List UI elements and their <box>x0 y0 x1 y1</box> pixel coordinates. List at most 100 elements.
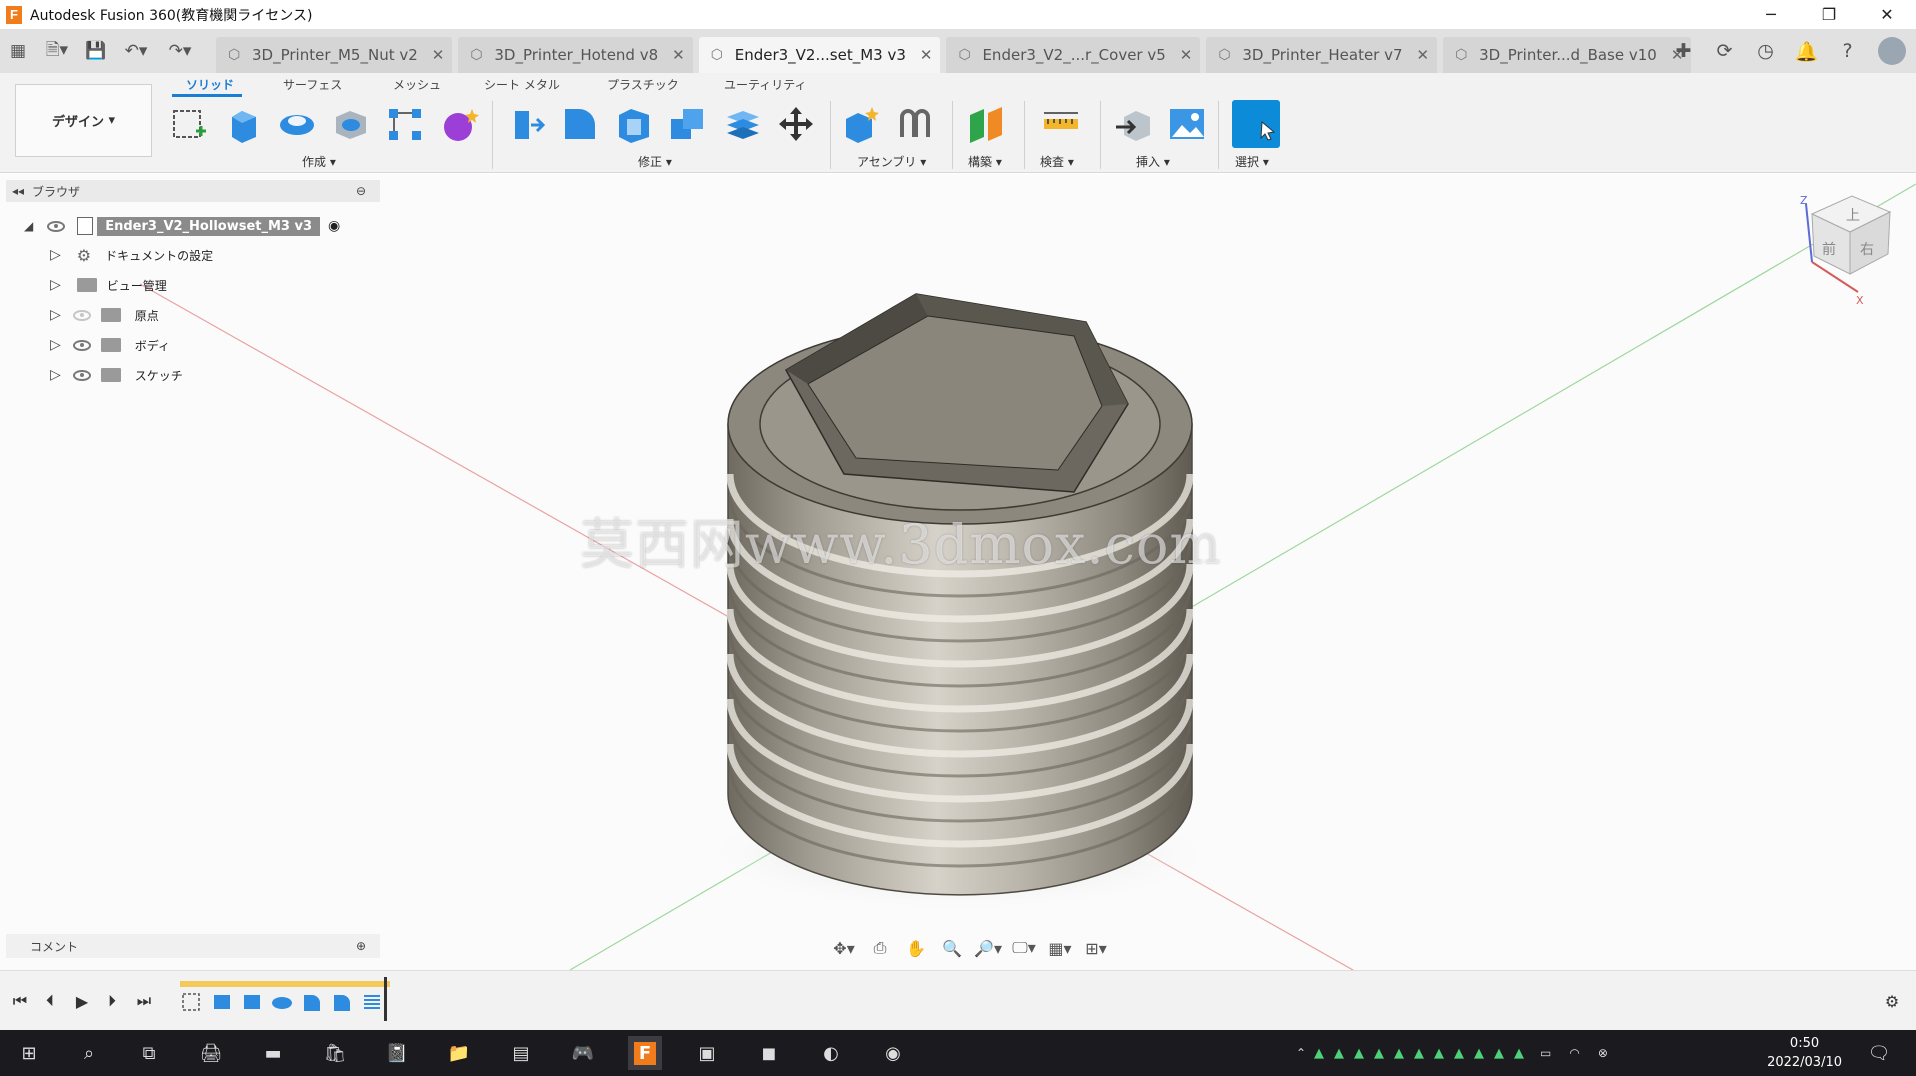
timeline-first-button[interactable]: ⏮ <box>8 989 32 1013</box>
timeline-last-button[interactable]: ⏭ <box>132 989 156 1013</box>
tab-mesh[interactable]: メッシュ <box>393 73 441 95</box>
timeline-fillet-icon[interactable] <box>330 991 354 1013</box>
app-icon-fusion360[interactable]: F <box>628 1036 662 1070</box>
tab-surface[interactable]: サーフェス <box>283 73 342 95</box>
tab-plastic[interactable]: プラスチック <box>607 73 679 95</box>
app-icon-dark-game[interactable]: ◼ <box>752 1036 786 1070</box>
history-clock-icon[interactable]: ◷ <box>1745 29 1786 73</box>
sound-muted-icon[interactable]: ⊗ <box>1598 1046 1608 1060</box>
orbit-icon[interactable]: ✥▾ <box>828 934 860 962</box>
zoom-icon[interactable]: 🔍 <box>936 934 968 962</box>
job-status-icon[interactable]: ⟳ <box>1704 29 1745 73</box>
wifi-icon[interactable]: ◠ <box>1569 1046 1579 1060</box>
close-tab-icon[interactable]: ✕ <box>1180 46 1193 64</box>
browser-item-document-settings[interactable]: ▷ ⚙ ドキュメントの設定 <box>0 243 213 267</box>
create-group-label[interactable]: 作成 ▾ <box>302 153 336 170</box>
tab-sheet-metal[interactable]: シート メタル <box>484 73 560 95</box>
notifications-bell-icon[interactable]: 🔔 <box>1786 29 1827 73</box>
viewports-icon[interactable]: ⊞▾ <box>1080 934 1112 962</box>
tab-utility[interactable]: ユーティリティ <box>724 73 807 95</box>
timeline-sketch-icon[interactable] <box>180 991 204 1013</box>
timeline-next-button[interactable]: ⏵ <box>100 989 124 1013</box>
offset-plane-icon[interactable] <box>966 103 1008 145</box>
redo-icon[interactable]: ↷▾ <box>158 29 202 73</box>
expand-arrow-icon[interactable]: ▷ <box>50 277 61 293</box>
app-icon-file-explorer[interactable]: 📁 <box>442 1036 476 1070</box>
insert-group-label[interactable]: 挿入 ▾ <box>1136 153 1170 170</box>
undo-icon[interactable]: ↶▾ <box>114 29 158 73</box>
press-pull-icon[interactable] <box>505 103 547 145</box>
browser-item-named-views[interactable]: ▷ ビュー管理 <box>0 273 167 297</box>
display-settings-icon[interactable]: 🖵▾ <box>1008 934 1040 962</box>
restore-button[interactable]: ❐ <box>1800 0 1858 29</box>
timeline-thread-icon[interactable] <box>360 991 384 1013</box>
timeline-revolve-icon[interactable] <box>270 991 294 1013</box>
tab-3d-printer-hotend[interactable]: ⬡ 3D_Printer_Hotend v8 ✕ <box>458 37 693 73</box>
measure-icon[interactable] <box>1040 103 1082 145</box>
activate-radio-icon[interactable]: ◉ <box>328 218 340 234</box>
app-icon-edge[interactable]: ◐ <box>814 1036 848 1070</box>
fit-zoom-icon[interactable]: 🔎▾ <box>972 934 1004 962</box>
timeline-settings-gear-icon[interactable]: ⚙ <box>1880 989 1904 1013</box>
new-component-icon[interactable] <box>840 103 882 145</box>
combine-icon[interactable] <box>667 103 709 145</box>
visibility-eye-icon[interactable] <box>72 339 91 351</box>
close-tab-icon[interactable]: ✕ <box>432 46 445 64</box>
app-icon-terminal[interactable]: ▬ <box>256 1036 290 1070</box>
extrude-icon[interactable] <box>222 103 264 145</box>
tab-3d-printer-heater[interactable]: ⬡ 3D_Printer_Heater v7 ✕ <box>1206 37 1438 73</box>
browser-item-sketches[interactable]: ▷ スケッチ <box>0 363 183 387</box>
expand-arrow-icon[interactable]: ▷ <box>50 247 61 263</box>
tab-3d-printer-base[interactable]: ⬡ 3D_Printer...d_Base v10 ✕ <box>1443 37 1692 73</box>
tray-app-icons[interactable]: ▲▲▲▲▲▲▲▲▲▲▲ <box>1314 1046 1534 1061</box>
move-copy-icon[interactable] <box>775 103 817 145</box>
tab-3d-printer-m5-nut[interactable]: ⬡ 3D_Printer_M5_Nut v2 ✕ <box>216 37 453 73</box>
offset-face-icon[interactable] <box>721 103 763 145</box>
help-icon[interactable]: ? <box>1827 29 1868 73</box>
timeline-extrude-icon[interactable] <box>210 991 234 1013</box>
collapse-browser-icon[interactable]: ◂◂ <box>12 184 24 198</box>
browser-root-row[interactable]: ◢ Ender3_V2_Hollowset_M3 v3 ◉ <box>24 214 340 238</box>
select-group-label[interactable]: 選択 ▾ <box>1235 153 1269 170</box>
notification-center-icon[interactable]: 🗨 <box>1862 1036 1896 1070</box>
app-icon-store[interactable]: 🛍 <box>318 1036 352 1070</box>
workspace-switcher-button[interactable]: デザイン ▾ <box>15 84 152 157</box>
app-icon-game[interactable]: 🎮 <box>566 1036 600 1070</box>
expand-arrow-icon[interactable]: ▷ <box>50 337 61 353</box>
fillet-icon[interactable] <box>559 103 601 145</box>
task-view-icon[interactable]: ⧉ <box>132 1036 166 1070</box>
timeline-prev-button[interactable]: ⏴ <box>38 989 62 1013</box>
search-icon[interactable]: ⌕ <box>72 1036 106 1070</box>
browser-panel-header[interactable]: ◂◂ ブラウザ ⊖ <box>6 180 380 202</box>
visibility-eye-icon[interactable] <box>72 369 91 381</box>
assembly-group-label[interactable]: アセンブリ ▾ <box>857 153 926 170</box>
app-icon-chrome[interactable]: ◉ <box>876 1036 910 1070</box>
construct-group-label[interactable]: 構築 ▾ <box>968 153 1002 170</box>
shell-icon[interactable] <box>613 103 655 145</box>
insert-canvas-icon[interactable] <box>1166 103 1208 145</box>
tab-ender3-cover[interactable]: ⬡ Ender3_V2_...r_Cover v5 ✕ <box>946 37 1201 73</box>
add-comment-icon[interactable]: ⊕ <box>356 939 366 953</box>
collapse-root-icon[interactable]: ◢ <box>24 219 33 233</box>
grid-settings-icon[interactable]: ▦▾ <box>1044 934 1076 962</box>
pan-hand-icon[interactable]: ✋ <box>900 934 932 962</box>
create-form-icon[interactable] <box>438 103 480 145</box>
select-tool-icon[interactable] <box>1232 100 1280 148</box>
app-icon-notepad[interactable]: 📓 <box>380 1036 414 1070</box>
save-icon[interactable]: 💾 <box>78 29 114 73</box>
close-window-button[interactable]: ✕ <box>1858 0 1916 29</box>
modify-group-label[interactable]: 修正 ▾ <box>638 153 672 170</box>
app-icon-minecraft[interactable]: ▣ <box>690 1036 724 1070</box>
tray-overflow-chevron-icon[interactable]: ⌃ <box>1288 1046 1314 1060</box>
browser-item-origin[interactable]: ▷ 原点 <box>0 303 159 327</box>
start-windows-icon[interactable]: ⊞ <box>12 1036 46 1070</box>
browser-pin-icon[interactable]: ⊖ <box>356 184 366 198</box>
minimize-button[interactable]: ─ <box>1742 0 1800 29</box>
timeline-extrude-icon[interactable] <box>240 991 264 1013</box>
app-icon-scanner[interactable]: 🖨 <box>194 1036 228 1070</box>
expand-arrow-icon[interactable]: ▷ <box>50 367 61 383</box>
data-panel-grid-icon[interactable]: ▦ <box>0 29 36 73</box>
system-clock[interactable]: 0:50 2022/03/10 <box>1767 1034 1842 1072</box>
new-tab-plus-icon[interactable]: ✚ <box>1663 29 1704 73</box>
hole-icon[interactable] <box>330 103 372 145</box>
